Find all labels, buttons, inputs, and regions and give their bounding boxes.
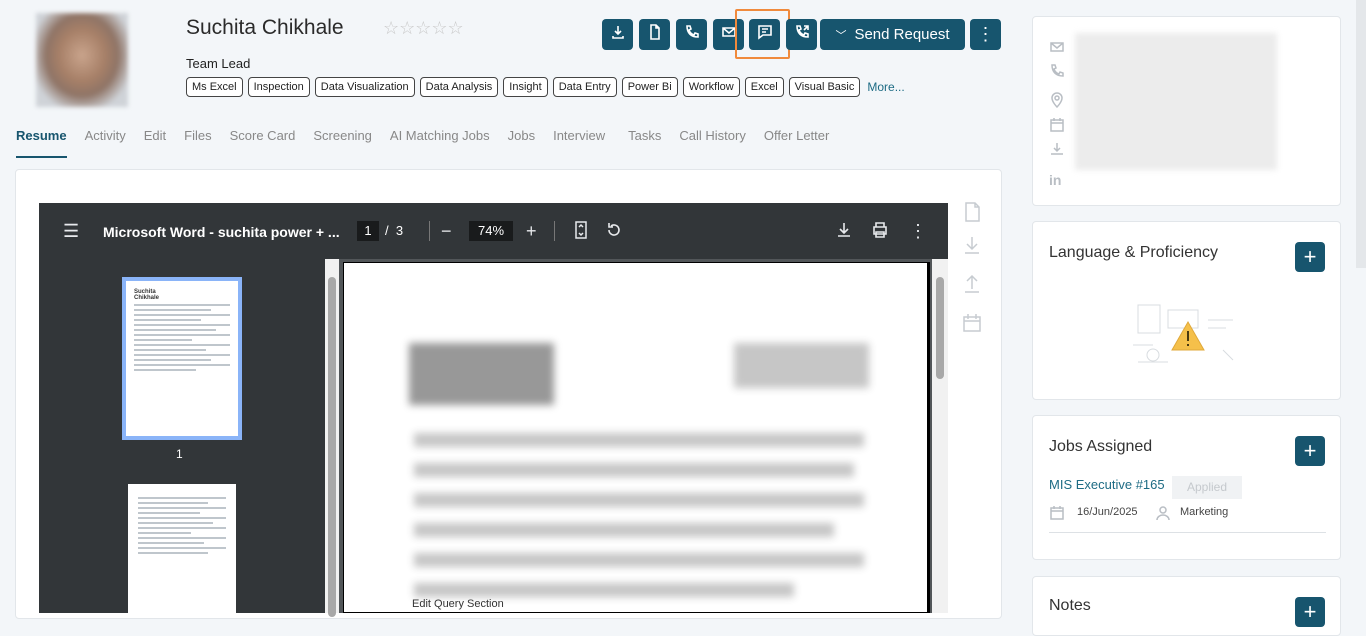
more-skills-link[interactable]: More... <box>867 80 904 94</box>
call-forward-button[interactable] <box>786 19 817 50</box>
document-button[interactable] <box>639 19 670 50</box>
empty-state-icon <box>1133 304 1234 363</box>
more-options-button[interactable]: ⋮ <box>970 19 1001 50</box>
language-title: Language & Proficiency <box>1049 244 1218 261</box>
tab-tasks[interactable]: Tasks <box>628 128 661 158</box>
document-icon <box>647 24 663 45</box>
candidate-photo <box>36 13 128 107</box>
skill-chip: Data Visualization <box>314 77 415 97</box>
status-badge: Applied <box>1172 476 1242 499</box>
skill-chip: Insight <box>503 77 548 97</box>
call-button[interactable] <box>676 19 707 50</box>
notes-card: Notes + <box>1032 576 1341 636</box>
tab-activity[interactable]: Activity <box>85 128 126 158</box>
download-icon <box>1049 141 1065 157</box>
thumb-name: Suchita Chikhale <box>134 289 160 301</box>
pdf-file-icon[interactable] <box>961 201 985 225</box>
print-icon[interactable] <box>871 221 889 243</box>
chevron-down-icon: ﹀ <box>835 29 847 42</box>
divider <box>1049 532 1326 533</box>
tab-ai-matching-jobs[interactable]: AI Matching Jobs <box>390 128 490 158</box>
calendar-icon <box>1049 117 1065 133</box>
send-request-button[interactable]: ﹀ Send Request <box>820 19 965 50</box>
page-total: / 3 <box>385 223 404 238</box>
add-language-button[interactable]: + <box>1295 242 1325 272</box>
candidate-role: Team Lead <box>186 56 251 71</box>
tab-bar: Resume Activity Edit Files Score Card Sc… <box>16 128 847 158</box>
jobs-title: Jobs Assigned <box>1049 438 1153 455</box>
mail-icon <box>1049 39 1065 55</box>
skills-list: Ms Excel Inspection Data Visualization D… <box>186 77 905 97</box>
pdf-toolbar: ☰ Microsoft Word - suchita power + ... 1… <box>39 203 948 259</box>
zoom-in-icon[interactable]: + <box>526 221 537 241</box>
divider <box>554 221 555 241</box>
tab-interview[interactable]: Interview <box>553 128 605 158</box>
page-input[interactable]: 1 <box>357 221 379 241</box>
add-job-button[interactable]: + <box>1295 436 1325 466</box>
skill-chip: Inspection <box>247 77 310 97</box>
job-title-link[interactable]: MIS Executive #165 <box>1049 477 1165 492</box>
skill-chip: Visual Basic <box>788 77 861 97</box>
skill-chip: Workflow <box>682 77 740 97</box>
tab-resume[interactable]: Resume <box>16 128 67 158</box>
thumbnail-scrollbar[interactable] <box>325 259 339 617</box>
tab-screening[interactable]: Screening <box>313 128 372 158</box>
candidate-name: Suchita Chikhale <box>186 16 344 39</box>
thumbnail-number: 1 <box>176 447 183 461</box>
page-scrollbar[interactable] <box>932 259 948 613</box>
highlight-box <box>735 9 790 59</box>
skill-chip: Data Entry <box>552 77 617 97</box>
blurred-contact-details <box>1075 33 1277 170</box>
kebab-icon[interactable]: ⋮ <box>909 221 927 241</box>
zoom-out-icon[interactable]: − <box>441 221 452 241</box>
skill-chip: Ms Excel <box>186 77 243 97</box>
page-thumbnail-1[interactable]: Suchita Chikhale <box>122 277 242 440</box>
page-scrollbar[interactable] <box>1356 0 1366 268</box>
zoom-level[interactable]: 74% <box>469 221 513 241</box>
rotate-icon[interactable] <box>605 221 623 243</box>
menu-icon[interactable]: ☰ <box>63 221 79 241</box>
notes-title: Notes <box>1049 597 1091 614</box>
tab-offer-letter[interactable]: Offer Letter <box>764 128 830 158</box>
location-icon <box>1049 92 1065 109</box>
kebab-icon: ⋮ <box>976 24 995 44</box>
divider <box>429 221 430 241</box>
job-date: 16/Jun/2025 <box>1077 506 1138 518</box>
linkedin-icon[interactable]: in <box>1049 172 1065 188</box>
download-icon[interactable] <box>961 234 985 258</box>
fit-page-icon[interactable] <box>574 221 588 243</box>
tab-score-card[interactable]: Score Card <box>230 128 296 158</box>
tab-files[interactable]: Files <box>184 128 211 158</box>
skill-chip: Power Bi <box>621 77 678 97</box>
download-icon[interactable] <box>836 221 852 243</box>
skill-chip: Data Analysis <box>419 77 499 97</box>
tab-jobs[interactable]: Jobs <box>508 128 535 158</box>
user-icon <box>1155 505 1171 521</box>
calendar-icon[interactable] <box>961 312 985 336</box>
tab-edit[interactable]: Edit <box>144 128 166 158</box>
pdf-page <box>343 262 930 613</box>
rating-stars[interactable]: ☆☆☆☆☆ <box>383 18 464 39</box>
pdf-title: Microsoft Word - suchita power + ... <box>103 224 340 240</box>
phone-icon <box>1049 63 1065 79</box>
language-card: Language & Proficiency + <box>1032 221 1341 400</box>
add-note-button[interactable]: + <box>1295 597 1325 627</box>
upload-icon[interactable] <box>961 273 985 297</box>
call-forward-icon <box>794 24 810 45</box>
calendar-icon <box>1049 505 1065 521</box>
phone-icon <box>684 24 700 45</box>
tab-call-history[interactable]: Call History <box>679 128 745 158</box>
job-department: Marketing <box>1180 506 1229 518</box>
skill-chip: Excel <box>744 77 784 97</box>
download-icon <box>610 24 626 45</box>
page-thumbnail-2[interactable] <box>128 484 236 614</box>
download-button[interactable] <box>602 19 633 50</box>
page-footer-text: Edit Query Section <box>412 598 504 610</box>
